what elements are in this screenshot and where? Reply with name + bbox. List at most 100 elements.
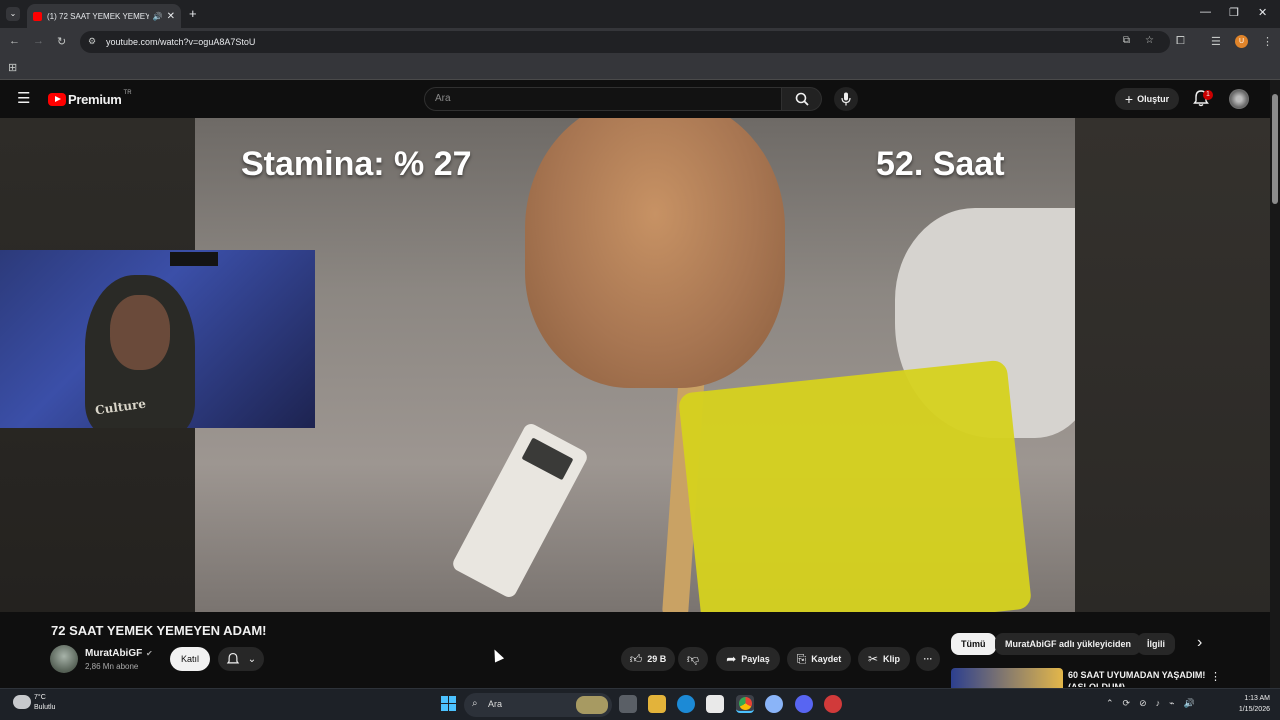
restore-button[interactable]: ❐: [1229, 6, 1239, 19]
clip-button[interactable]: ✂ Klip: [858, 647, 910, 671]
edge-browser-icon[interactable]: [677, 695, 695, 713]
scissors-icon: ✂: [867, 652, 879, 666]
chip-related[interactable]: İlgili: [1137, 633, 1175, 655]
dislike-button[interactable]: 👎︎: [678, 647, 708, 671]
channel-avatar[interactable]: [50, 645, 78, 673]
voice-search-button[interactable]: [834, 87, 858, 111]
create-label: Oluştur: [1137, 94, 1170, 104]
recommended-video-title[interactable]: 60 SAAT UYUMADAN YAŞADIM! (ASLOLDUM): [1068, 669, 1208, 687]
video-frame[interactable]: [195, 118, 1075, 612]
video-player[interactable]: Stamina: % 27 52. Saat Culture: [0, 118, 1270, 612]
browser-tab[interactable]: (1) 72 SAAT YEMEK YEMEYEN 🔊 ✕: [27, 4, 181, 28]
youtube-premium-logo[interactable]: Premium TR: [48, 89, 132, 107]
search-button[interactable]: [782, 87, 822, 111]
subscriber-count: 2,86 Mn abone: [85, 662, 139, 671]
tab-title: (1) 72 SAAT YEMEK YEMEYEN: [47, 11, 149, 21]
install-app-icon[interactable]: ⧉: [1123, 35, 1130, 46]
browser-toolbar: ← → ↻ ⚙ youtube.com/watch?v=oguA8A7StoU …: [0, 28, 1280, 56]
address-bar[interactable]: ⚙ youtube.com/watch?v=oguA8A7StoU ⧉ ☆: [80, 31, 1170, 53]
neon-sign: [170, 252, 218, 266]
scrollbar-thumb[interactable]: [1272, 94, 1278, 204]
weather-temperature[interactable]: 7°C: [34, 694, 46, 701]
windows-start-icon[interactable]: [441, 696, 456, 711]
weather-condition[interactable]: Bulutlu: [34, 704, 55, 711]
youtube-header: ☰ Premium TR Ara + Oluştur: [0, 80, 1270, 118]
subscription-bell-button[interactable]: ⌄: [218, 647, 264, 671]
page-scrollbar[interactable]: [1270, 80, 1280, 688]
cloud-weather-icon[interactable]: [13, 695, 31, 709]
tab-search-button[interactable]: ⌄: [6, 7, 20, 21]
apps-grid-icon[interactable]: ⊞: [8, 61, 17, 74]
system-tray-icons[interactable]: ⌃⟳⊘♪⌁🔊: [1106, 698, 1204, 709]
streamer-face: [110, 295, 170, 370]
clip-label: Klip: [883, 654, 901, 664]
like-button[interactable]: 👍︎ 29 B: [621, 647, 675, 671]
windows-taskbar: 7°C Bulutlu ⌕ Ara ⌃⟳⊘♪⌁🔊 1:13 AM 1/15/20…: [0, 688, 1280, 720]
share-arrow-icon: ➦: [726, 652, 737, 666]
plus-icon: +: [1124, 91, 1134, 107]
mouse-cursor-icon: [489, 647, 505, 663]
share-button[interactable]: ➦ Paylaş: [716, 647, 780, 671]
account-avatar[interactable]: [1229, 89, 1249, 109]
back-arrow-icon[interactable]: ←: [9, 35, 20, 47]
verified-check-icon: ✔: [146, 649, 153, 658]
chrome-browser-icon[interactable]: [736, 695, 754, 713]
channel-name[interactable]: MuratAbiGF: [85, 648, 142, 659]
audio-playing-icon[interactable]: 🔊: [153, 12, 163, 21]
browser-menu-icon[interactable]: ⋮: [1262, 35, 1273, 48]
taskbar-search[interactable]: ⌕ Ara: [464, 693, 612, 717]
url-text: youtube.com/watch?v=oguA8A7StoU: [106, 37, 256, 47]
site-info-icon[interactable]: ⚙: [88, 36, 96, 47]
ac-remote-shape: [450, 421, 590, 600]
save-label: Kaydet: [811, 654, 842, 664]
notification-badge: 1: [1203, 90, 1213, 100]
microphone-icon: [841, 92, 851, 106]
system-clock[interactable]: 1:13 AM 1/15/2026: [1226, 693, 1270, 715]
logo-region: TR: [123, 89, 132, 96]
forward-arrow-icon[interactable]: →: [33, 35, 44, 47]
thumbs-up-icon: 👍︎: [629, 651, 643, 666]
player-background-right: [1075, 118, 1270, 612]
recommended-video-thumbnail[interactable]: [951, 668, 1063, 688]
bookmark-star-icon[interactable]: ☆: [1145, 35, 1154, 46]
task-view-icon[interactable]: [619, 695, 637, 713]
profile-avatar-icon[interactable]: U: [1235, 35, 1248, 48]
tab-close-button[interactable]: ✕: [167, 11, 175, 22]
cat-shape: [525, 118, 785, 388]
microsoft-store-icon[interactable]: [706, 695, 724, 713]
chip-from-uploader[interactable]: MuratAbiGF adlı yükleyiciden: [995, 633, 1142, 655]
file-explorer-icon[interactable]: [648, 695, 666, 713]
save-button[interactable]: ⎘ Kaydet: [787, 647, 851, 671]
more-actions-button[interactable]: ···: [916, 647, 940, 671]
search-highlight-image: [576, 696, 608, 714]
bookmarks-bar: ⊞: [0, 56, 1280, 80]
recommended-menu-icon[interactable]: ⋮: [1210, 670, 1221, 683]
chip-all[interactable]: Tümü: [951, 633, 996, 655]
clock-date: 1/15/2026: [1238, 706, 1270, 713]
search-icon: ⌕: [472, 698, 478, 709]
new-tab-button[interactable]: +: [189, 6, 197, 21]
stamina-overlay-text: Stamina: % 27: [241, 145, 472, 183]
chevron-down-icon: ⌄: [247, 653, 257, 665]
discord-icon[interactable]: [795, 695, 813, 713]
youtube-play-icon: [48, 93, 66, 106]
like-count: 29 B: [647, 654, 667, 664]
create-button[interactable]: + Oluştur: [1115, 88, 1179, 110]
video-title: 72 SAAT YEMEK YEMEYEN ADAM!: [51, 623, 267, 638]
reload-icon[interactable]: ↻: [57, 35, 66, 48]
chips-next-icon[interactable]: ›: [1197, 634, 1202, 652]
bookmark-icon: ⎘: [796, 651, 807, 666]
join-button[interactable]: Katıl: [170, 647, 210, 671]
search-input[interactable]: Ara: [424, 87, 782, 111]
steam-icon[interactable]: [765, 695, 783, 713]
bell-icon: [226, 652, 240, 664]
reading-list-icon[interactable]: ☰: [1211, 35, 1221, 48]
youtube-favicon-icon: [33, 11, 42, 21]
minimize-button[interactable]: —: [1200, 6, 1211, 18]
extensions-icon[interactable]: ⧠: [1176, 35, 1185, 48]
close-window-button[interactable]: ✕: [1258, 6, 1267, 19]
browser-tab-strip: ⌄ (1) 72 SAAT YEMEK YEMEYEN 🔊 ✕ + — ❐ ✕: [0, 0, 1280, 28]
clock-time: 1:13 AM: [1244, 695, 1270, 702]
app-shortcut-icon[interactable]: [824, 695, 842, 713]
hamburger-menu-icon[interactable]: ☰: [17, 89, 30, 107]
